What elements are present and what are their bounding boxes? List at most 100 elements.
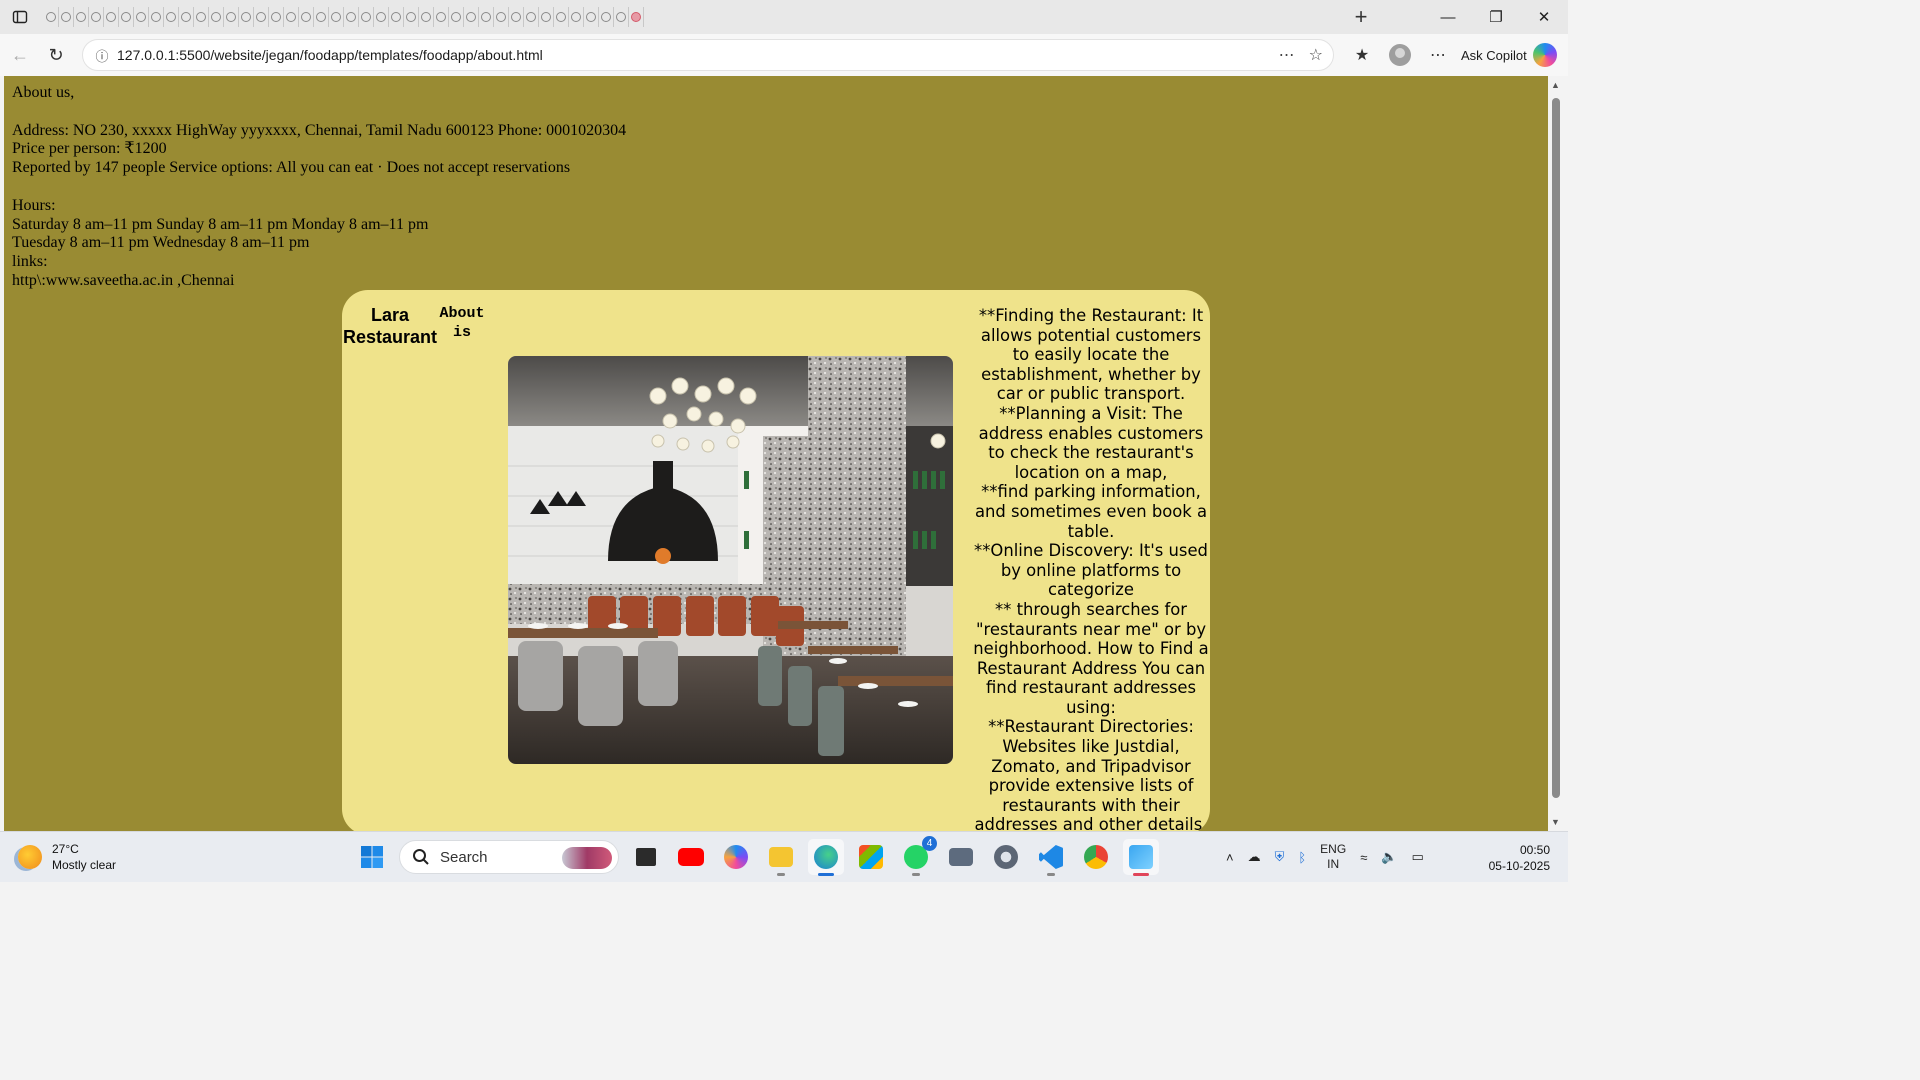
volume-icon[interactable]: 🔈 [1381,849,1397,865]
browser-tab[interactable] [314,7,329,27]
ask-copilot-button[interactable]: Ask Copilot [1453,38,1563,72]
browser-tab[interactable] [359,7,374,27]
browser-tab[interactable] [104,7,119,27]
minimize-button[interactable]: — [1424,0,1472,34]
taskbar-apps: Search 4 [354,836,1159,876]
browser-tab[interactable] [554,7,569,27]
browser-tab[interactable] [119,7,134,27]
browser-tab[interactable] [584,7,599,27]
browser-tab[interactable] [539,7,554,27]
browser-tab[interactable] [269,7,284,27]
restore-button[interactable]: ❐ [1472,0,1520,34]
browser-tab[interactable] [389,7,404,27]
browser-tab[interactable] [194,7,209,27]
tab-favicon-icon [391,12,401,22]
tab-favicon-icon [271,12,281,22]
browser-tab[interactable] [89,7,104,27]
profile-avatar[interactable] [1383,38,1417,72]
browser-tab[interactable] [59,7,74,27]
browser-tab[interactable] [44,7,59,27]
clock[interactable]: 00:50 05-10-2025 [1478,842,1550,874]
browser-tab[interactable] [614,7,629,27]
close-button[interactable]: ✕ [1520,0,1568,34]
browser-tab[interactable] [419,7,434,27]
browser-tab[interactable] [599,7,614,27]
tab-favicon-icon [241,12,251,22]
restaurant-info-text: **Finding the Restaurant: It allows pote… [973,306,1209,831]
more-options-icon[interactable]: ⋯ [1421,38,1455,72]
browser-tab[interactable] [524,7,539,27]
browser-tab[interactable] [149,7,164,27]
wifi-icon[interactable]: ≈ [1360,850,1367,865]
defender-shield-icon[interactable]: ⛨ [1275,849,1285,865]
tab-favicon-icon [61,12,71,22]
vscode-app[interactable] [1033,839,1069,876]
tab-favicon-icon [331,12,341,22]
scroll-down-arrow-icon[interactable]: ▼ [1551,817,1560,827]
browser-tab[interactable] [479,7,494,27]
site-info-icon[interactable]: ⓘ [87,46,117,65]
page-scrollbar[interactable]: ▲ ▼ [1548,76,1564,831]
back-button[interactable]: ← [2,37,38,73]
tab-actions-button[interactable] [0,0,40,34]
address-bar[interactable]: ⓘ 127.0.0.1:5500/website/jegan/foodapp/t… [82,39,1334,71]
language-indicator[interactable]: ENG IN [1320,842,1346,872]
chevron-up-icon[interactable]: ˄ [1226,850,1234,865]
tab-favicon-icon [376,12,386,22]
browser-tab[interactable] [224,7,239,27]
scroll-up-arrow-icon[interactable]: ▲ [1551,80,1560,90]
url-text[interactable]: 127.0.0.1:5500/website/jegan/foodapp/tem… [117,47,1279,63]
search-highlight-art [562,847,612,869]
browser-tab[interactable] [464,7,479,27]
whatsapp-app[interactable]: 4 [898,836,937,876]
onedrive-icon[interactable]: ☁ [1248,849,1261,865]
browser-tab[interactable] [494,7,509,27]
browser-tab[interactable] [209,7,224,27]
browser-tab[interactable] [134,7,149,27]
browser-tab[interactable] [404,7,419,27]
youtube-app[interactable] [673,839,709,875]
browser-tab[interactable] [509,7,524,27]
read-aloud-icon[interactable]: ⋯ [1279,45,1295,65]
taskbar-search[interactable]: Search [399,840,619,874]
favorites-icon[interactable]: ★ [1345,38,1379,72]
battery-icon[interactable]: ▭ [1412,849,1424,865]
clock-time: 00:50 [1519,843,1550,857]
new-tab-button[interactable]: + [1347,4,1375,30]
browser-tab[interactable] [254,7,269,27]
tab-favicon-icon [181,12,191,22]
browser-tab[interactable] [299,7,314,27]
browser-tab[interactable] [239,7,254,27]
copilot-app[interactable] [718,839,754,875]
browser-tab[interactable] [179,7,194,27]
refresh-button[interactable]: ↻ [38,37,74,73]
browser-tab[interactable] [629,7,644,27]
tab-favicon-icon [526,12,536,22]
browser-tab[interactable] [434,7,449,27]
favorite-star-icon[interactable]: ☆ [1309,45,1323,65]
tab-list [44,7,1334,27]
start-button[interactable] [354,839,390,875]
task-view-button[interactable] [628,839,664,875]
bluetooth-icon[interactable]: ᛒ [1298,850,1306,865]
browser-tab[interactable] [449,7,464,27]
browser-tab[interactable] [284,7,299,27]
browser-tab[interactable] [74,7,89,27]
scroll-thumb[interactable] [1552,98,1560,798]
paint-app[interactable] [1123,839,1159,876]
weather-widget[interactable]: 27°C Mostly clear [18,841,116,873]
camera-app[interactable] [943,839,979,875]
browser-tab[interactable] [569,7,584,27]
microsoft-store-app[interactable] [853,839,889,875]
browser-tab[interactable] [344,7,359,27]
browser-tab[interactable] [374,7,389,27]
settings-app[interactable] [988,839,1024,875]
windows-taskbar: 27°C Mostly clear Search 4 ˄ ☁ ⛨ ᛒ ENG I… [0,831,1568,882]
file-explorer-app[interactable] [763,839,799,876]
chrome-app[interactable] [1078,839,1114,875]
browser-tab[interactable] [164,7,179,27]
edge-browser-app[interactable] [808,839,844,876]
tab-favicon-icon [631,12,641,22]
browser-tab[interactable] [329,7,344,27]
restaurant-photo-illustration [508,356,953,764]
